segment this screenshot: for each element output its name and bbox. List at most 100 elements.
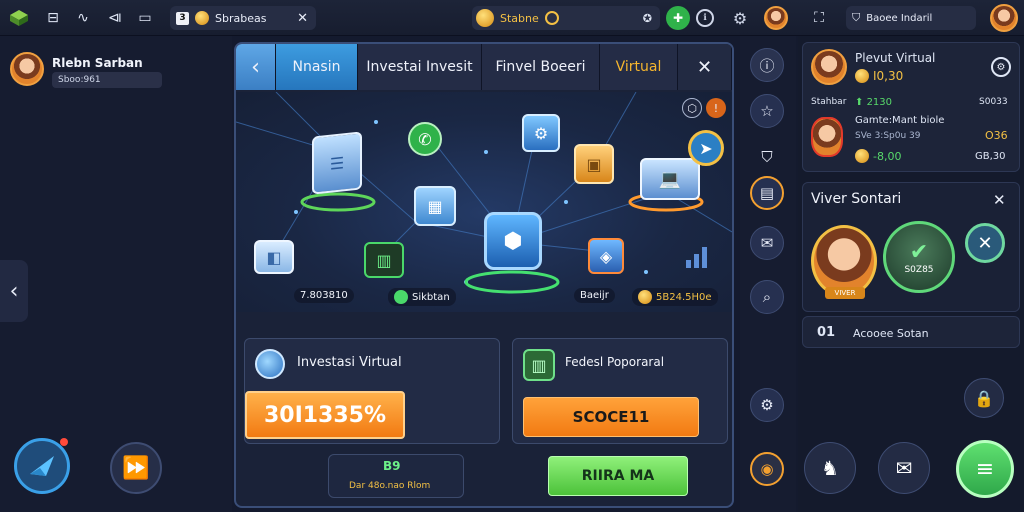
minimize-icon[interactable]: ▭	[134, 7, 156, 29]
paper-plane-icon	[30, 456, 54, 476]
row2-right: GB,30	[975, 151, 1006, 162]
tab-virtual[interactable]: Virtual	[600, 44, 678, 90]
phone-icon: ✆	[418, 129, 432, 149]
invest-value-button[interactable]: 30I1335%	[245, 391, 405, 439]
app-logo-icon[interactable]	[8, 7, 30, 29]
lock-button[interactable]: 🔒	[964, 378, 1004, 418]
row1-label: Stahbar	[811, 97, 847, 107]
bar-chart-icon: ▥	[376, 250, 392, 270]
viewer-badge-label: S0Z85	[904, 264, 934, 275]
server-node[interactable]: ▦	[414, 186, 456, 226]
investment-panel: ‹ Nnasin Investai Invesit Finvel Boeeri …	[234, 42, 734, 508]
alert-node[interactable]: ◈	[588, 238, 624, 274]
add-icon[interactable]: ✚	[666, 6, 690, 30]
settings-node[interactable]: ⚙	[522, 114, 560, 152]
storage-node[interactable]: ▣	[574, 144, 614, 184]
viewer-badge[interactable]: ✔ S0Z85	[883, 221, 955, 293]
expand-icon[interactable]: ⛶	[808, 7, 830, 29]
info-button[interactable]: ⓘ	[750, 48, 784, 82]
tab-finvel[interactable]: Finvel Boeeri	[482, 44, 600, 90]
profile-chip-label: Baoee Indaril	[866, 12, 933, 24]
hex-badge-icon[interactable]: ⬡	[682, 98, 702, 118]
envelope-icon: ✉	[895, 456, 913, 480]
card-title: Investasi Virtual	[297, 355, 402, 370]
settings-icon[interactable]: ⚙	[991, 57, 1011, 77]
back-button[interactable]: ‹	[236, 44, 276, 90]
user-icon: ♞	[821, 456, 839, 480]
chart-node[interactable]: ▥	[364, 242, 404, 278]
avatar-caption: VIVER	[825, 287, 865, 299]
prev-arrow-button[interactable]: ‹	[0, 260, 28, 322]
mail-button[interactable]: ✉	[750, 226, 784, 260]
badge-label: Dar 48o.nao Rlom	[349, 481, 431, 491]
search-icon: ⌕	[762, 288, 772, 306]
close-icon[interactable]: ✕	[297, 11, 308, 26]
action-card-number: 01	[817, 325, 836, 340]
alert-badge-icon[interactable]: !	[706, 98, 726, 118]
confirm-button[interactable]: RIIRA MA	[548, 456, 688, 496]
central-hub-node[interactable]: ⬢	[484, 212, 542, 270]
tab-investasi[interactable]: Investai Invesit	[358, 44, 482, 90]
footer-badge[interactable]: B9 Dar 48o.nao Rlom	[328, 454, 464, 498]
mail-button[interactable]: ✉	[878, 442, 930, 494]
send-node[interactable]: ➤	[688, 130, 724, 166]
wallet-button[interactable]: ▤	[750, 176, 784, 210]
net-label-mid: Sikbtan	[388, 288, 456, 306]
right-column: Plevut Virtual I0,30 ⚙ Stahbar ⬆ 2130 S0…	[798, 36, 1024, 512]
chat-node[interactable]: ✆	[408, 122, 442, 156]
coin-chip[interactable]: Stabne ✪	[472, 6, 660, 30]
chart-icon[interactable]: ∿	[72, 7, 94, 29]
star-badge-icon[interactable]: ✪	[643, 12, 652, 25]
arrow-icon: ➤	[699, 138, 713, 158]
reward-button[interactable]: ◉	[750, 452, 784, 486]
laptop-node[interactable]: 💻	[640, 158, 700, 200]
gear-icon[interactable]: ⚙	[728, 6, 752, 30]
score-button[interactable]: SCOCE11	[523, 397, 699, 437]
tab-nnasin[interactable]: Nnasin	[276, 44, 358, 90]
user-button[interactable]: ♞	[804, 442, 856, 494]
user-avatar	[10, 52, 44, 86]
close-icon[interactable]: ✕	[993, 191, 1006, 209]
globe-icon	[255, 349, 285, 379]
side-icon-bar: ⓘ ☆ ⛉ ▤ ✉ ⌕ ⚙ ◉	[740, 36, 796, 512]
gear-icon: ⚙	[760, 396, 774, 414]
avatar[interactable]	[764, 6, 788, 30]
player-avatar	[811, 49, 847, 85]
search-chip-label: Sbrabeas	[215, 11, 267, 25]
action-card-label: Acooee Sotan	[853, 327, 929, 340]
coin-icon	[855, 149, 869, 163]
info-icon[interactable]: ℹ	[696, 9, 714, 27]
document-node[interactable]: ☰	[312, 131, 362, 195]
next-button[interactable]: ⏩	[110, 442, 162, 494]
coin-icon	[476, 9, 494, 27]
signal-bars-icon	[682, 242, 712, 272]
net-label-left: 7.803810	[294, 288, 354, 303]
row2-sub: SVe 3:Sp0u 39	[855, 131, 921, 141]
chip-number: 3	[176, 11, 189, 25]
settings-button[interactable]: ⚙	[750, 388, 784, 422]
cube-icon: ⬢	[503, 228, 523, 254]
search-chip[interactable]: 3 Sbrabeas ✕	[170, 6, 316, 30]
profile-avatar[interactable]	[990, 4, 1018, 32]
back-frame-icon[interactable]: ⧏	[104, 7, 126, 29]
action-card[interactable]: 01 Acooee Sotan	[802, 316, 1020, 348]
menu-button[interactable]: ≡	[956, 440, 1014, 498]
favorites-button[interactable]: ☆	[750, 94, 784, 128]
send-button[interactable]	[14, 438, 70, 494]
close-circle-button[interactable]: ✕	[965, 223, 1005, 263]
player-card: Plevut Virtual I0,30 ⚙ Stahbar ⬆ 2130 S0…	[802, 42, 1020, 172]
window-icon[interactable]: ⊟	[42, 7, 64, 29]
badge-button[interactable]: ⛉	[750, 140, 784, 174]
row1-value: ⬆ 2130	[855, 97, 893, 108]
row2-value: -8,00	[855, 149, 901, 163]
user-card[interactable]: Rlebn Sarban Sboo:961	[10, 50, 162, 90]
profile-chip[interactable]: ⛉ Baoee Indaril	[846, 6, 976, 30]
search-button[interactable]: ⌕	[750, 280, 784, 314]
box-icon: ◧	[266, 247, 282, 267]
close-icon: ✕	[977, 232, 993, 254]
box-node[interactable]: ◧	[254, 240, 294, 274]
fast-forward-icon: ⏩	[122, 455, 150, 481]
close-panel-button[interactable]: ✕	[678, 44, 732, 90]
user-tag: Sboo:961	[52, 72, 162, 88]
investment-network-map: ☰ ✆ ▦ ◧ ▥ ⬢ ⚙ ▣ 💻 ➤ ◈ ⬡ ! 7.803810 Sikbt…	[236, 92, 732, 312]
